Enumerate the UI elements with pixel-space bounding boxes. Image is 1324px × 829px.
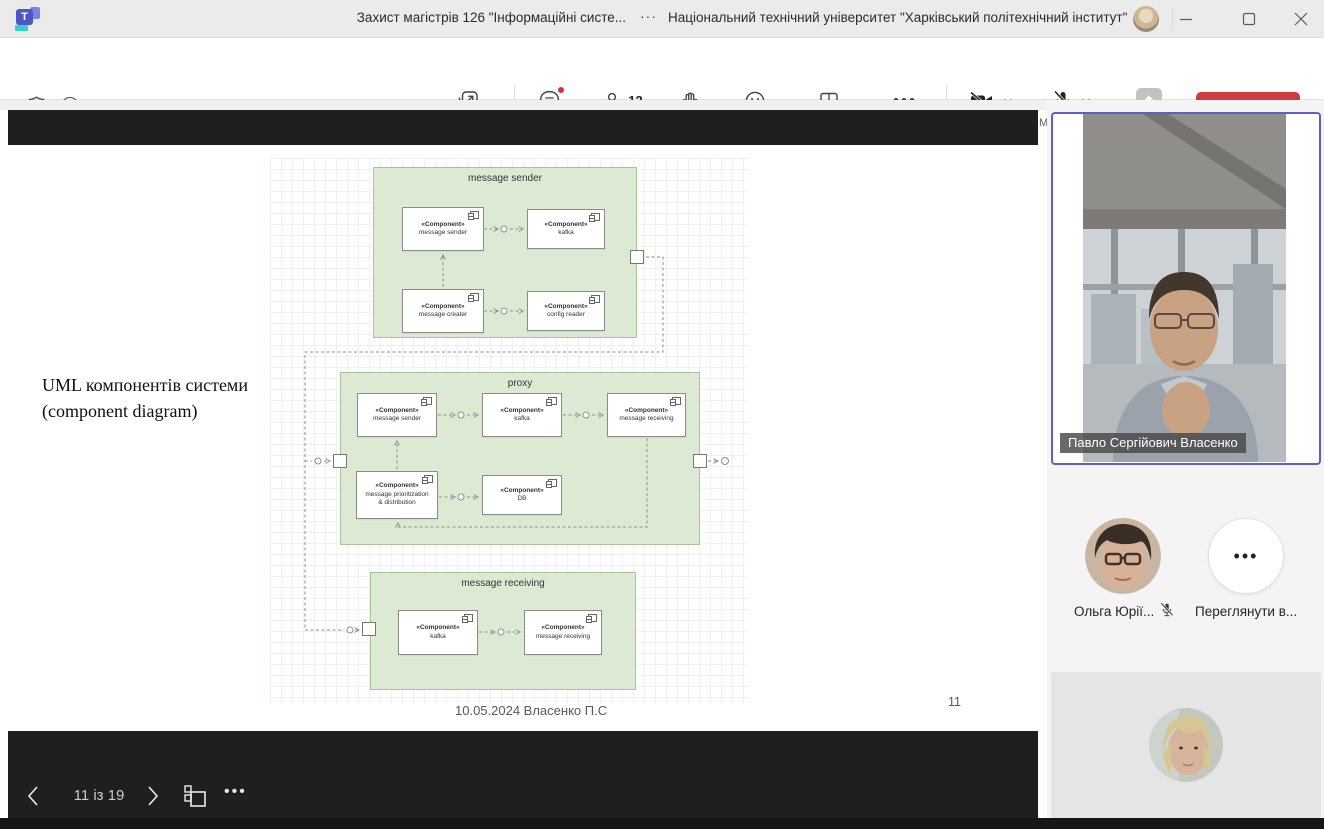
slide-page-indicator: 11 із 19 bbox=[73, 787, 125, 804]
uml-port bbox=[333, 454, 347, 468]
close-icon bbox=[1294, 12, 1308, 25]
component-icon bbox=[588, 295, 600, 304]
uml-component: «Component» message receiving bbox=[607, 393, 686, 437]
slide-letterbox-top bbox=[8, 110, 1038, 145]
slide-grid-icon bbox=[184, 785, 206, 807]
minimize-button[interactable] bbox=[1163, 0, 1209, 37]
uml-component: «Component» message sender bbox=[402, 207, 484, 251]
uml-component: «Component» message receiving bbox=[524, 610, 602, 655]
window-titlebar: T Захист магістрів 126 "Інформаційні сис… bbox=[0, 0, 1324, 38]
teams-app-icon: T bbox=[14, 7, 40, 31]
uml-port bbox=[693, 454, 707, 468]
component-icon bbox=[461, 614, 473, 623]
component-icon bbox=[420, 397, 432, 406]
component-icon bbox=[545, 479, 557, 488]
uml-component: «Component» config reader bbox=[527, 291, 605, 331]
uml-component: «Component» message creater bbox=[402, 289, 484, 333]
user-avatar[interactable] bbox=[1133, 6, 1159, 32]
presentation-more-button[interactable]: ••• bbox=[224, 783, 247, 801]
component-icon bbox=[669, 397, 681, 406]
participant-mic-off-icon bbox=[1160, 602, 1174, 617]
component-icon bbox=[545, 397, 557, 406]
uml-port bbox=[362, 622, 376, 636]
chat-unread-badge bbox=[556, 86, 565, 94]
chevron-left-icon bbox=[27, 786, 38, 806]
uml-component: «Component» kafka bbox=[527, 209, 605, 249]
next-slide-button[interactable] bbox=[138, 780, 168, 812]
slide-overview-button[interactable] bbox=[180, 780, 210, 812]
uml-component: «Component» kafka bbox=[482, 393, 562, 437]
minimize-icon bbox=[1180, 18, 1192, 20]
slide-footer: 10.05.2024 Власенко П.С bbox=[455, 703, 608, 718]
uml-component: «Component» kafka bbox=[398, 610, 478, 655]
ellipsis-icon: ••• bbox=[1233, 545, 1259, 566]
window-bottom-strip bbox=[0, 818, 1324, 829]
component-icon bbox=[585, 614, 597, 623]
uml-port bbox=[630, 250, 644, 264]
self-view-tile[interactable] bbox=[1051, 672, 1321, 818]
component-icon bbox=[467, 211, 479, 220]
chevron-right-icon bbox=[148, 786, 159, 806]
maximize-icon bbox=[1242, 12, 1256, 25]
component-icon bbox=[467, 293, 479, 302]
uml-component: «Component» DB bbox=[482, 475, 562, 515]
maximize-button[interactable] bbox=[1226, 0, 1272, 37]
uml-component: «Component» message sender bbox=[357, 393, 437, 437]
meeting-toolbar: 01:23:28 Відкріпити Чат bbox=[0, 38, 1324, 129]
speaker-name-label: Павло Сергійович Власенко bbox=[1060, 433, 1246, 453]
participant-name-label: Ольга Юрії... bbox=[1074, 604, 1155, 619]
meeting-org-title: Національний технічний університет "Харк… bbox=[668, 10, 1128, 25]
component-icon bbox=[588, 213, 600, 222]
self-avatar bbox=[1149, 708, 1223, 782]
meeting-tab-title[interactable]: Захист магістрів 126 "Інформаційні систе… bbox=[260, 10, 626, 25]
more-participants-button[interactable]: ••• bbox=[1208, 518, 1284, 594]
stage-margin bbox=[0, 100, 1047, 110]
view-more-label: Переглянути в... bbox=[1195, 604, 1298, 619]
previous-slide-button[interactable] bbox=[18, 780, 48, 812]
tab-overflow-menu[interactable]: ··· bbox=[636, 6, 661, 26]
slide-title: UML компонентів системи (component diagr… bbox=[42, 375, 248, 422]
component-icon bbox=[421, 475, 433, 484]
participant-avatar[interactable] bbox=[1085, 518, 1161, 594]
video-feed bbox=[1083, 114, 1286, 462]
slide-page-number: 11 bbox=[948, 695, 961, 709]
active-speaker-video[interactable]: Павло Сергійович Власенко bbox=[1051, 112, 1321, 465]
uml-component: «Component» message prioritization & dis… bbox=[356, 471, 438, 519]
close-button[interactable] bbox=[1278, 0, 1324, 37]
